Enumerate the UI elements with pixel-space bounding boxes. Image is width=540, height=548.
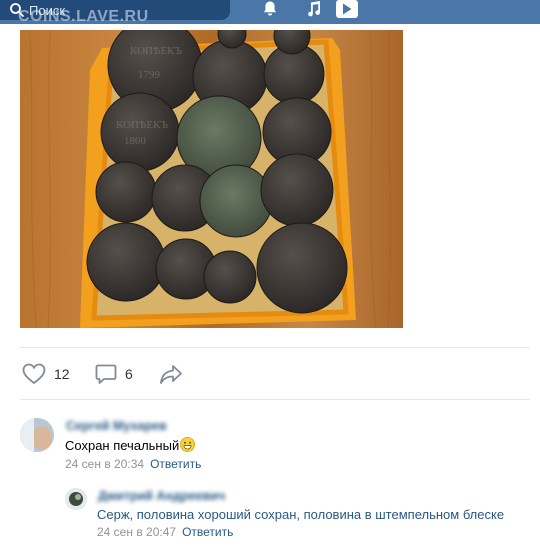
user-photo [20, 418, 54, 452]
comment-date[interactable]: 24 сен в 20:34 [65, 457, 144, 471]
top-bar: COINS.LAVE.RU [0, 0, 540, 25]
comment-avatar[interactable] [20, 418, 54, 452]
comment-count: 6 [125, 366, 133, 382]
comment-meta: 24 сен в 20:34 Ответить [65, 457, 201, 471]
svg-text:1799: 1799 [138, 69, 161, 81]
user-photo [65, 488, 87, 510]
video-button[interactable] [336, 0, 358, 18]
svg-text:КОПѢЕКЪ: КОПѢЕКЪ [116, 119, 168, 131]
reply-meta: 24 сен в 20:47 Ответить [97, 525, 233, 539]
reply-button[interactable]: Ответить [182, 525, 233, 539]
share-button[interactable] [159, 362, 183, 386]
video-play-icon [343, 3, 352, 15]
like-button[interactable]: 12 [22, 362, 70, 386]
reply-avatar[interactable] [65, 488, 87, 510]
post-photo[interactable]: КОПѢЕКЪ 1799 КОПѢЕКЪ 1800 [20, 30, 403, 328]
comment-author[interactable]: Сергей Мухарев [66, 419, 167, 433]
svg-text:1800: 1800 [124, 135, 147, 147]
reply-button[interactable]: Ответить [150, 457, 201, 471]
divider [20, 399, 530, 400]
divider [20, 347, 530, 348]
comment-button[interactable]: 6 [95, 362, 133, 386]
share-icon [160, 365, 182, 384]
comment-text: Сохран печальный [65, 437, 196, 453]
like-count: 12 [54, 366, 70, 382]
site-watermark: COINS.LAVE.RU [18, 8, 149, 25]
svg-text:КОПѢЕКЪ: КОПѢЕКЪ [130, 45, 182, 57]
bell-icon[interactable] [261, 0, 279, 18]
music-icon[interactable] [305, 0, 323, 18]
reply-author[interactable]: Дмитрий Андреевич [98, 489, 225, 503]
comment-body: Сохран печальный [65, 438, 180, 453]
reply-text: Серж, половина хороший сохран, половина … [97, 507, 505, 522]
heart-icon [22, 363, 46, 385]
grinning-face-icon [180, 437, 196, 452]
reply-date[interactable]: 24 сен в 20:47 [97, 525, 176, 539]
comment-icon [95, 364, 117, 384]
